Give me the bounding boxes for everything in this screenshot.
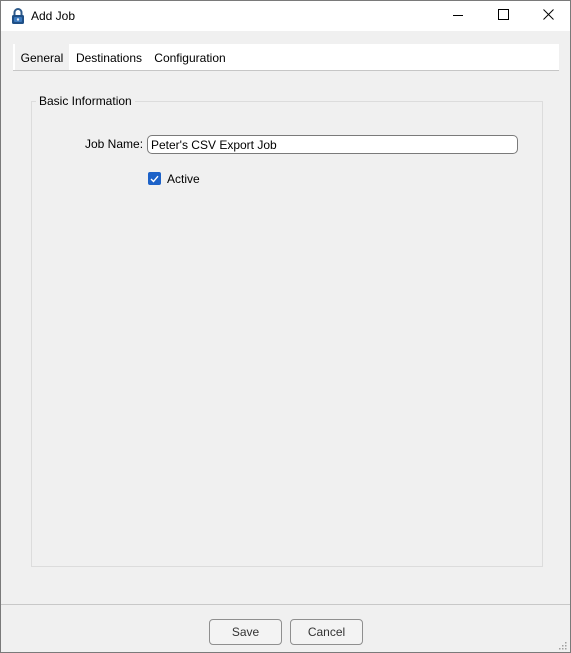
minimize-icon (453, 9, 463, 23)
add-job-window: Add Job General Destinations Configurati… (0, 0, 571, 653)
checkmark-icon (150, 172, 159, 186)
tab-general[interactable]: General (15, 44, 69, 70)
tab-destinations[interactable]: Destinations (73, 44, 145, 70)
window-title: Add Job (31, 9, 76, 23)
job-name-label: Job Name: (85, 137, 144, 151)
maximize-button[interactable] (480, 1, 526, 31)
group-legend: Basic Information (36, 94, 135, 108)
tab-configuration[interactable]: Configuration (151, 44, 229, 70)
minimize-button[interactable] (435, 1, 481, 31)
active-checkbox[interactable] (148, 172, 161, 185)
basic-information-group (31, 101, 543, 567)
active-label[interactable]: Active (167, 172, 200, 186)
lock-icon (11, 8, 25, 24)
close-button[interactable] (525, 1, 571, 31)
close-icon (542, 9, 554, 23)
job-name-input[interactable] (147, 135, 518, 154)
maximize-icon (497, 9, 509, 23)
footer-divider (1, 604, 570, 605)
save-button[interactable]: Save (209, 619, 282, 645)
title-bar[interactable]: Add Job (1, 1, 570, 31)
tab-strip: General Destinations Configuration (13, 44, 559, 71)
resize-grip-icon[interactable] (557, 639, 567, 650)
cancel-button[interactable]: Cancel (290, 619, 363, 645)
dialog-content: General Destinations Configuration Basic… (1, 31, 570, 652)
